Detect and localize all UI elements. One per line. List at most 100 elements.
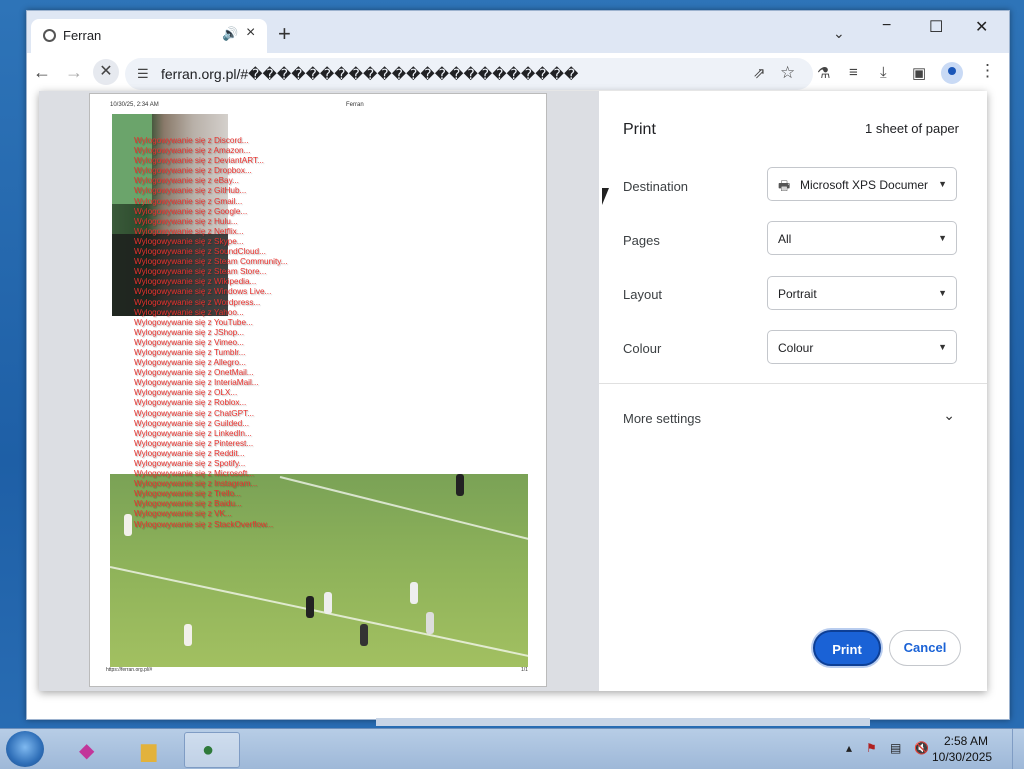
pages-label: Pages (623, 233, 660, 248)
logout-message: Wylogowywanie się z OLX... (134, 388, 238, 398)
print-preview-area: 10/30/25, 2:34 AM Ferran Wylogowywanie s… (39, 91, 599, 691)
logout-message: Wylogowywanie się z Trello... (134, 489, 241, 499)
page-content: 10/30/25, 2:34 AM Ferran Wylogowywanie s… (27, 91, 1009, 719)
logout-message: Wylogowywanie się z eBay... (134, 176, 239, 186)
logout-message: Wylogowywanie się z Discord... (134, 136, 249, 145)
tray-expand-icon[interactable]: ▴ (846, 741, 852, 755)
logout-message: Wylogowywanie się z InteriaMail... (134, 378, 259, 388)
tab-ferran[interactable]: Ferran 🔊 × (31, 19, 267, 53)
layout-label: Layout (623, 287, 663, 302)
close-window-button[interactable]: ✕ (975, 17, 988, 37)
network-icon[interactable]: ▤ (890, 741, 901, 755)
logout-message: Wylogowywanie się z Skype... (134, 236, 244, 246)
media-queue-icon[interactable]: ≡ (849, 64, 858, 81)
preview-header-title: Ferran (346, 102, 364, 108)
logout-message: Wylogowywanie się z Windows Live... (134, 287, 272, 297)
sheet-count: 1 sheet of paper (865, 121, 959, 136)
logout-message: Wylogowywanie się z Vimeo... (134, 337, 244, 347)
new-tab-button[interactable]: + (278, 21, 291, 47)
printer-icon: 🖶 (778, 178, 791, 193)
show-desktop-button[interactable] (1012, 729, 1024, 769)
logout-message: Wylogowywanie się z Netflix... (134, 226, 244, 236)
logout-message: Wylogowywanie się z Dropbox... (134, 166, 252, 176)
site-info-icon[interactable]: ☰ (137, 66, 149, 82)
logout-message: Wylogowywanie się z Tumblr... (134, 347, 246, 357)
address-bar[interactable]: ☰ ferran.org.pl/#�����������������������… (125, 58, 813, 90)
layout-select[interactable]: Portrait ▼ (767, 276, 957, 310)
logout-message: Wylogowywanie się z Steam Community... (134, 257, 288, 267)
destination-select[interactable]: 🖶 Microsoft XPS Documer ▼ (767, 167, 957, 201)
pages-value: All (778, 232, 792, 246)
horizontal-scrollbar[interactable] (376, 718, 870, 726)
volume-muted-icon[interactable]: 🔇 (914, 741, 929, 755)
download-icon[interactable]: ⤓ (880, 64, 887, 81)
taskbar-file-explorer[interactable]: ▆ (124, 732, 178, 766)
logout-message: Wylogowywanie się z Guilded... (134, 418, 250, 428)
forward-arrow-icon[interactable]: → (65, 62, 83, 83)
maximize-button[interactable]: ☐ (929, 17, 943, 37)
url-text[interactable]: ferran.org.pl/#����������������������� (161, 66, 578, 83)
stop-loading-icon[interactable]: ✕ (93, 59, 119, 85)
logout-message: Wylogowywanie się z ChatGPT... (134, 408, 255, 418)
more-settings-toggle[interactable]: More settings (623, 411, 701, 426)
logout-message: Wylogowywanie się z StackOverflow... (134, 519, 274, 529)
logout-message: Wylogowywanie się z Gmail... (134, 196, 243, 206)
menu-kebab-icon[interactable]: ⋮ (979, 61, 996, 81)
logout-message: Wylogowywanie się z Yahoo... (134, 307, 244, 317)
tab-search-chevron-icon[interactable]: ⌄ (833, 25, 845, 42)
mouse-cursor-icon (602, 188, 609, 205)
logout-message: Wylogowywanie się z GitHub... (134, 186, 247, 196)
colour-value: Colour (778, 341, 814, 355)
share-icon[interactable]: ⇗ (753, 64, 766, 82)
logout-messages-list: Wylogowywanie się z Discord... Wylogowywa… (134, 136, 288, 530)
settings-divider (599, 383, 987, 384)
tab-strip: Ferran 🔊 × + ⌄ − ☐ ✕ (27, 11, 1009, 53)
dropdown-arrow-icon: ▼ (938, 288, 947, 298)
labs-flask-icon[interactable]: ⚗ (817, 64, 830, 82)
print-dialog: 10/30/25, 2:34 AM Ferran Wylogowywanie s… (39, 91, 987, 691)
minimize-button[interactable]: − (882, 17, 891, 35)
logout-message: Wylogowywanie się z Spotify... (134, 459, 246, 468)
logout-message: Wylogowywanie się z Google... (134, 206, 248, 216)
bookmark-star-icon[interactable]: ☆ (780, 63, 795, 83)
tab-close-icon[interactable]: × (246, 24, 255, 42)
logout-message: Wylogowywanie się z Baidu... (134, 499, 242, 509)
logout-message: Wylogowywanie się z Reddit... (134, 448, 245, 458)
logout-message: Wylogowywanie się z LinkedIn... (134, 428, 252, 438)
taskbar-browser[interactable]: ● (184, 732, 240, 768)
layout-value: Portrait (778, 287, 817, 301)
taskbar-app-purple[interactable]: ◆ (62, 732, 116, 766)
side-panel-icon[interactable]: ▣ (912, 64, 926, 82)
dropdown-arrow-icon: ▼ (938, 233, 947, 243)
logout-message: Wylogowywanie się z DeviantART... (134, 156, 264, 166)
logout-message: Wylogowywanie się z JShop... (134, 327, 245, 337)
logout-message: Wylogowywanie się z Amazon... (134, 146, 251, 156)
preview-page: 10/30/25, 2:34 AM Ferran Wylogowywanie s… (89, 93, 547, 687)
profile-avatar-icon[interactable] (941, 62, 963, 84)
pages-select[interactable]: All ▼ (767, 221, 957, 255)
logout-message: Wylogowywanie się z Microsoft... (134, 469, 255, 479)
print-button[interactable]: Print (813, 630, 881, 666)
folder-icon: ▆ (141, 740, 157, 762)
audio-playing-icon[interactable]: 🔊 (222, 26, 238, 42)
preview-footer-url: https://ferran.org.pl/# (106, 667, 153, 673)
browser-toolbar: ← → ✕ ☰ ferran.org.pl/#�����������������… (27, 53, 1009, 95)
colour-label: Colour (623, 341, 662, 356)
colour-select[interactable]: Colour ▼ (767, 330, 957, 364)
destination-label: Destination (623, 179, 689, 194)
logout-message: Wylogowywanie się z Wikipedia... (134, 277, 257, 287)
back-arrow-icon[interactable]: ← (33, 62, 51, 83)
print-title: Print (623, 121, 656, 138)
print-settings-panel: Print 1 sheet of paper Destination 🖶 Mic… (599, 91, 987, 691)
logout-message: Wylogowywanie się z Steam Store... (134, 267, 267, 277)
chevron-down-icon[interactable]: ⌄ (943, 407, 955, 424)
logout-message: Wylogowywanie się z Instagram... (134, 479, 258, 489)
site-favicon-icon (43, 29, 56, 42)
cancel-button[interactable]: Cancel (889, 630, 961, 666)
dropdown-arrow-icon: ▼ (938, 179, 947, 189)
destination-value: Microsoft XPS Documer (800, 178, 929, 192)
action-center-icon[interactable]: ⚑ (866, 741, 877, 755)
clock-time[interactable]: 2:58 AM (944, 734, 988, 748)
start-button[interactable] (6, 731, 44, 767)
clock-date[interactable]: 10/30/2025 (932, 750, 992, 764)
